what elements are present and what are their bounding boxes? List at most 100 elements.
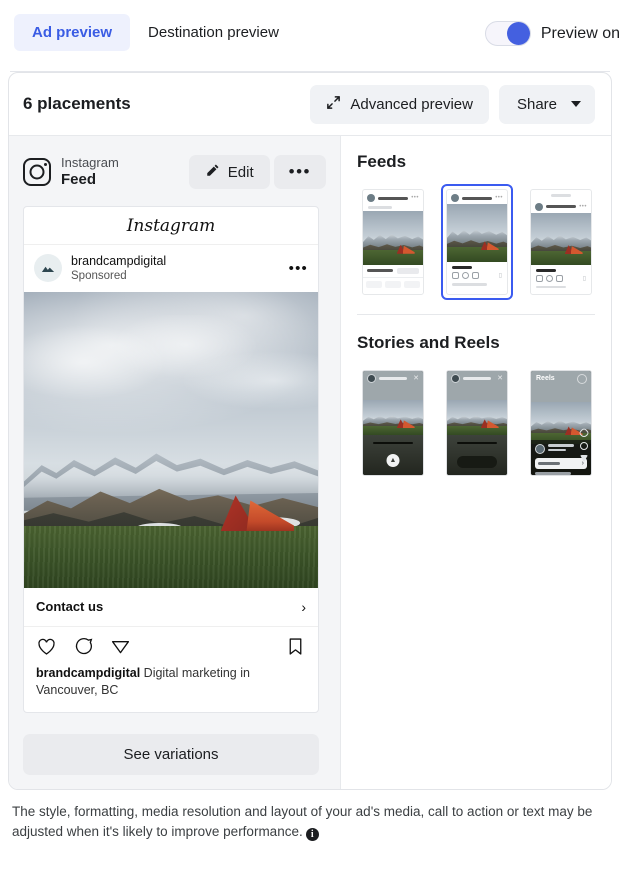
preview-tabbar: Ad preview Destination preview Preview o… [0,0,620,72]
stories-reels-thumbnail-list: ✕ ▲ ✕ Reels › [357,365,597,481]
info-icon[interactable]: i [305,828,319,842]
post-identity: brandcampdigital Sponsored [71,253,166,284]
post-cta-row[interactable]: Contact us › [24,588,318,627]
post-action-row [24,627,318,661]
story-header: ✕ [367,374,419,383]
tab-ad-preview[interactable]: Ad preview [14,14,131,51]
see-variations-label: See variations [123,746,219,763]
thumb-avatar [367,194,375,202]
thumb-cta-bar [536,268,556,272]
story-avatar [367,374,376,383]
placement-platform-label: Instagram [61,154,119,170]
reel-send-icon[interactable] [580,455,588,463]
thumb-heart-icon [452,272,459,279]
post-cta-label: Contact us [36,599,104,615]
heart-icon[interactable] [36,636,57,657]
image-tent [220,495,295,532]
post-caption-username: brandcampdigital [36,665,141,680]
tab-ad-preview-label: Ad preview [32,24,113,41]
thumb-bookmark-icon: ▯ [498,273,502,279]
thumb-text-line [368,206,392,209]
feeds-thumbnail-list: ••• ••• ▯ ••• ▯ [357,184,597,300]
reel-avatar [535,443,545,454]
thumb-cta-bar [452,266,472,269]
thumb-caption-line [452,283,487,286]
thumb-like [366,280,382,288]
story-header: ✕ [451,374,503,383]
tab-destination-preview[interactable]: Destination preview [130,14,297,51]
image-grass [24,525,318,588]
thumb-name-bar [462,196,493,200]
expand-arrows-icon [326,95,341,114]
thumb-link-text [367,269,393,272]
instagram-post-preview: Instagram brandcampdigital Sponsored ••• [23,206,319,714]
ellipsis-icon: ••• [288,162,311,181]
thumbnail-reel[interactable]: Reels › [525,365,597,481]
image-clouds [24,315,318,434]
advanced-preview-button[interactable]: Advanced preview [310,84,489,124]
post-username: brandcampdigital [71,254,167,268]
reel-name-lines [548,444,574,453]
pencil-icon [205,163,220,181]
thumb-link-row [363,265,423,277]
story-cta-pill [457,455,497,468]
share-paper-plane-icon[interactable] [110,636,131,657]
thumb-cta-button [397,267,419,274]
feeds-section-divider [357,314,595,315]
reel-frame: Reels › [530,370,592,476]
thumb-ellipsis-icon: ••• [579,203,587,210]
story-image [447,400,507,436]
thumb-reaction-row [363,276,423,292]
placements-count-title: 6 placements [23,94,131,113]
see-variations-button[interactable]: See variations [23,734,319,775]
story-avatar [451,374,460,383]
thumb-name-bar [546,205,576,208]
story-cta-dash [372,441,414,444]
preview-toggle-label: Preview on [540,24,620,42]
post-more-icon[interactable]: ••• [289,260,308,277]
close-icon[interactable]: ✕ [413,375,419,382]
placement-header-row: Instagram Feed Edit ••• [23,148,326,196]
story-name-bar [379,377,407,380]
share-label: Share [516,95,557,113]
chevron-down-icon [571,101,581,107]
camera-icon [577,374,587,384]
share-button[interactable]: Share [498,84,595,124]
thumb-header: ••• [363,190,423,204]
preview-toggle-group[interactable]: Preview on [484,21,620,46]
bookmark-icon[interactable] [285,636,306,657]
edit-button[interactable]: Edit [188,155,270,189]
reel-caption-line [535,471,572,475]
reel-heart-icon[interactable] [578,427,590,439]
thumbnail-story-2[interactable]: ✕ [441,365,513,481]
thumb-footer: ▯ [531,265,591,293]
thumbnail-facebook-feed[interactable]: ••• [357,184,429,300]
placement-actions: Edit ••• [188,155,326,189]
thumbnail-frame: ••• ▯ [530,189,592,295]
preview-toggle-switch[interactable] [484,21,531,46]
thumb-header: ••• [531,199,591,213]
placement-more-button[interactable]: ••• [273,155,326,189]
thumbnail-instagram-feed-selected[interactable]: ••• ▯ [441,184,513,300]
tab-list: Ad preview Destination preview [0,14,297,51]
comment-icon[interactable] [73,636,94,657]
reels-label: Reels [536,375,555,382]
thumb-comment [385,280,401,288]
thumb-comment-icon [546,274,553,282]
close-icon[interactable]: ✕ [497,375,503,382]
ad-creative-image [24,291,318,588]
thumb-name-bar [378,196,409,200]
thumb-share [404,280,420,288]
reel-comment-icon[interactable] [580,442,588,451]
card-header: 6 placements Advanced preview Share [9,73,611,135]
instagram-icon [23,158,51,186]
chevron-right-icon: › [301,598,306,615]
advanced-preview-label: Advanced preview [350,95,473,113]
thumbnail-instagram-feed-alt[interactable]: ••• ▯ [525,184,597,300]
thumbnail-frame: ••• ▯ [446,189,508,295]
thumbnail-story-1[interactable]: ✕ ▲ [357,365,429,481]
reel-cta-text [538,461,560,465]
post-caption: brandcampdigital Digital marketing in Va… [24,661,318,713]
story-name-bar [463,377,491,380]
avatar [34,254,62,283]
